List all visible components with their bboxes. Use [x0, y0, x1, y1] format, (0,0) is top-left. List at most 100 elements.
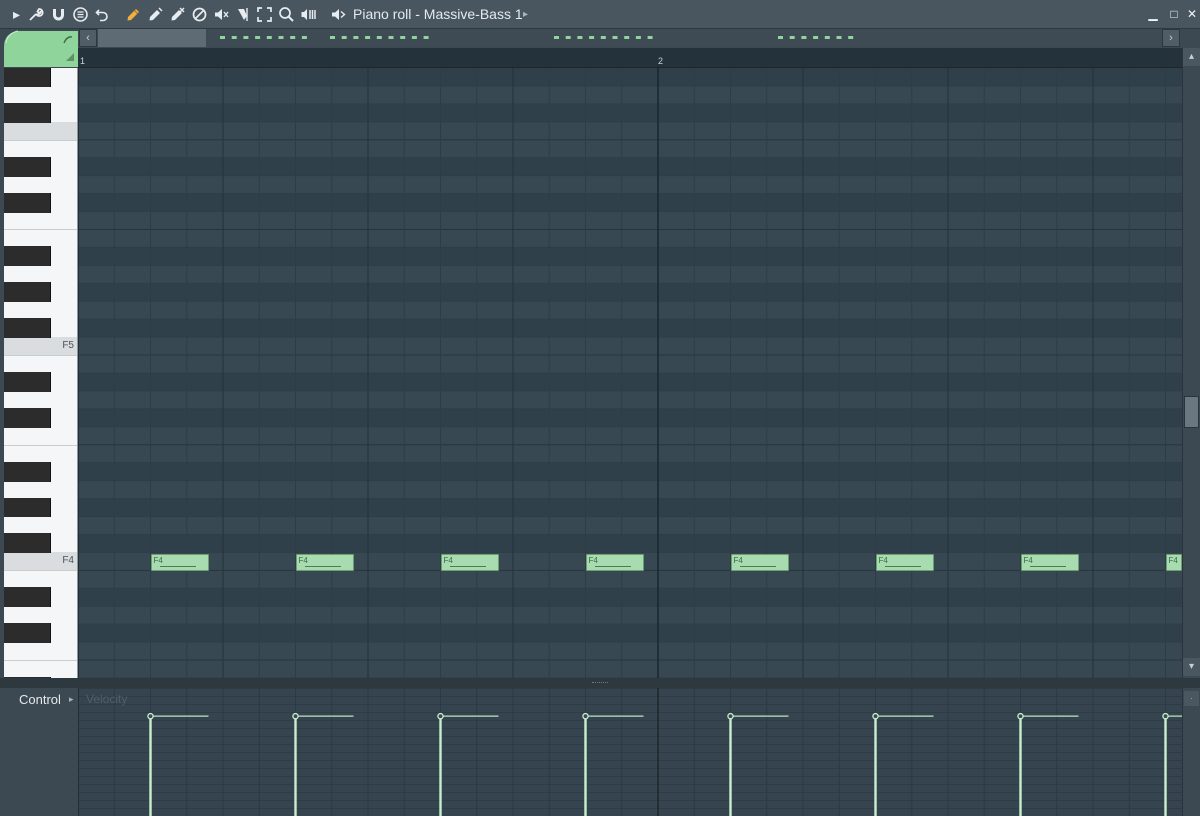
grid-row: [78, 211, 1182, 230]
black-key[interactable]: [4, 461, 51, 482]
overview-note-mark: [376, 36, 382, 39]
minimize-button[interactable]: ▁: [1146, 6, 1160, 22]
black-key[interactable]: [4, 407, 51, 428]
note-velocity-bar: [159, 565, 196, 567]
velocity-handle: [147, 712, 154, 720]
grid-row: [78, 229, 1182, 248]
horizontal-scroll-thumb[interactable]: [98, 29, 206, 47]
overview-note-mark: [554, 36, 559, 39]
grid-row: [78, 606, 1182, 625]
black-key[interactable]: [4, 192, 51, 213]
grid-row: [78, 85, 1182, 104]
pencil-icon[interactable]: [125, 6, 142, 23]
grid-row: [78, 642, 1182, 661]
note-label: F4: [588, 555, 598, 565]
grid-row: [78, 624, 1182, 643]
zoom-icon[interactable]: [278, 6, 295, 23]
grid-row: [78, 480, 1182, 499]
note[interactable]: F4: [1020, 553, 1079, 571]
black-key[interactable]: [4, 623, 51, 644]
piano-keyboard[interactable]: F5F4F3: [4, 68, 78, 678]
overview-note-mark: [813, 36, 819, 39]
splitter-grip-icon[interactable]: [592, 682, 608, 684]
note[interactable]: F4: [150, 553, 209, 571]
menu-arrow-icon[interactable]: ▸: [8, 6, 25, 23]
note-velocity-bar: [1029, 565, 1066, 567]
wrench-icon[interactable]: [27, 6, 44, 23]
scroll-left-button[interactable]: ‹: [79, 29, 97, 47]
close-button[interactable]: ✕: [1185, 6, 1199, 22]
velocity-handle: [1162, 712, 1169, 720]
overview-note-mark: [243, 36, 249, 39]
overview-note-mark: [801, 36, 807, 39]
grid-row: [78, 570, 1182, 589]
velocity-handle: [582, 712, 589, 720]
overview-note-mark: [353, 36, 359, 39]
speaker-icon[interactable]: [330, 6, 347, 23]
velocity-handle: [727, 712, 734, 720]
mute-icon[interactable]: [191, 6, 208, 23]
black-key[interactable]: [4, 533, 51, 554]
grid-row: [78, 283, 1182, 302]
overview-note-mark: [255, 36, 261, 39]
black-key[interactable]: [4, 497, 51, 518]
black-key[interactable]: [4, 282, 51, 303]
note[interactable]: F4: [1165, 553, 1182, 571]
note[interactable]: F4: [875, 553, 934, 571]
grid-row: [78, 337, 1182, 356]
note-grid[interactable]: F4 F4 F4 F4 F4 F4 F4 F4: [78, 68, 1182, 678]
black-key[interactable]: [4, 246, 51, 267]
speaker-mute-icon[interactable]: [213, 6, 230, 23]
grid-row: [78, 372, 1182, 391]
pattern-overview-strip[interactable]: [106, 29, 1162, 47]
velocity-editor[interactable]: Velocity: [78, 688, 1182, 816]
control-scrollbar[interactable]: ·: [1182, 688, 1200, 816]
delete-icon[interactable]: [169, 6, 186, 23]
paint-brush-icon[interactable]: [147, 6, 164, 23]
black-key[interactable]: [4, 371, 51, 392]
vertical-scrollbar[interactable]: ▴ ▾: [1182, 48, 1200, 678]
black-key[interactable]: [4, 318, 51, 339]
white-key-divider: [4, 660, 77, 662]
timeline-ruler[interactable]: 1 2: [78, 48, 1182, 68]
playback-cursor-icon[interactable]: [300, 6, 317, 23]
grid-row: [78, 265, 1182, 284]
target-channel-badge[interactable]: [4, 29, 78, 67]
overview-note-mark: [577, 36, 583, 39]
note[interactable]: F4: [440, 553, 499, 571]
magnet-icon[interactable]: [50, 6, 67, 23]
black-key[interactable]: [4, 102, 51, 123]
note[interactable]: F4: [730, 553, 789, 571]
scroll-right-button[interactable]: ›: [1162, 29, 1180, 47]
note-label: F4: [1023, 555, 1033, 565]
note[interactable]: F4: [585, 553, 644, 571]
title-menu-arrow-icon[interactable]: ▸: [523, 7, 528, 22]
control-panel: Control ▸: [0, 688, 78, 816]
black-key[interactable]: [4, 587, 51, 608]
event-editor-splitter[interactable]: [0, 678, 1200, 688]
note-velocity-bar: [304, 565, 341, 567]
slice-icon[interactable]: [235, 6, 252, 23]
vertical-scroll-thumb[interactable]: [1184, 396, 1199, 428]
note-velocity-bar: [594, 565, 631, 567]
control-menu-arrow-icon[interactable]: ▸: [69, 694, 74, 705]
select-icon[interactable]: [256, 6, 273, 23]
bar-number-1: 1: [80, 56, 86, 66]
white-key-divider: [4, 444, 77, 446]
scroll-up-button[interactable]: ▴: [1183, 48, 1200, 66]
key-label-f5: F5: [62, 340, 74, 352]
window-title: Piano roll - Massive-Bass 1: [353, 6, 523, 22]
control-label[interactable]: Control: [19, 692, 61, 707]
black-key[interactable]: [4, 68, 51, 87]
overview-note-mark: [789, 36, 795, 39]
note[interactable]: F4: [295, 553, 354, 571]
undo-icon[interactable]: [94, 6, 111, 23]
black-key[interactable]: [4, 156, 51, 177]
title-bar: ▸ Piano roll - Massive-Bass 1 ▸ ▁ □ ✕: [0, 0, 1200, 29]
maximize-button[interactable]: □: [1167, 6, 1181, 22]
scroll-down-button[interactable]: ▾: [1183, 658, 1200, 676]
velocity-handle: [872, 712, 879, 720]
playback-icon[interactable]: [72, 6, 89, 23]
overview-note-mark: [824, 36, 830, 39]
control-options-button[interactable]: ·: [1184, 691, 1199, 706]
